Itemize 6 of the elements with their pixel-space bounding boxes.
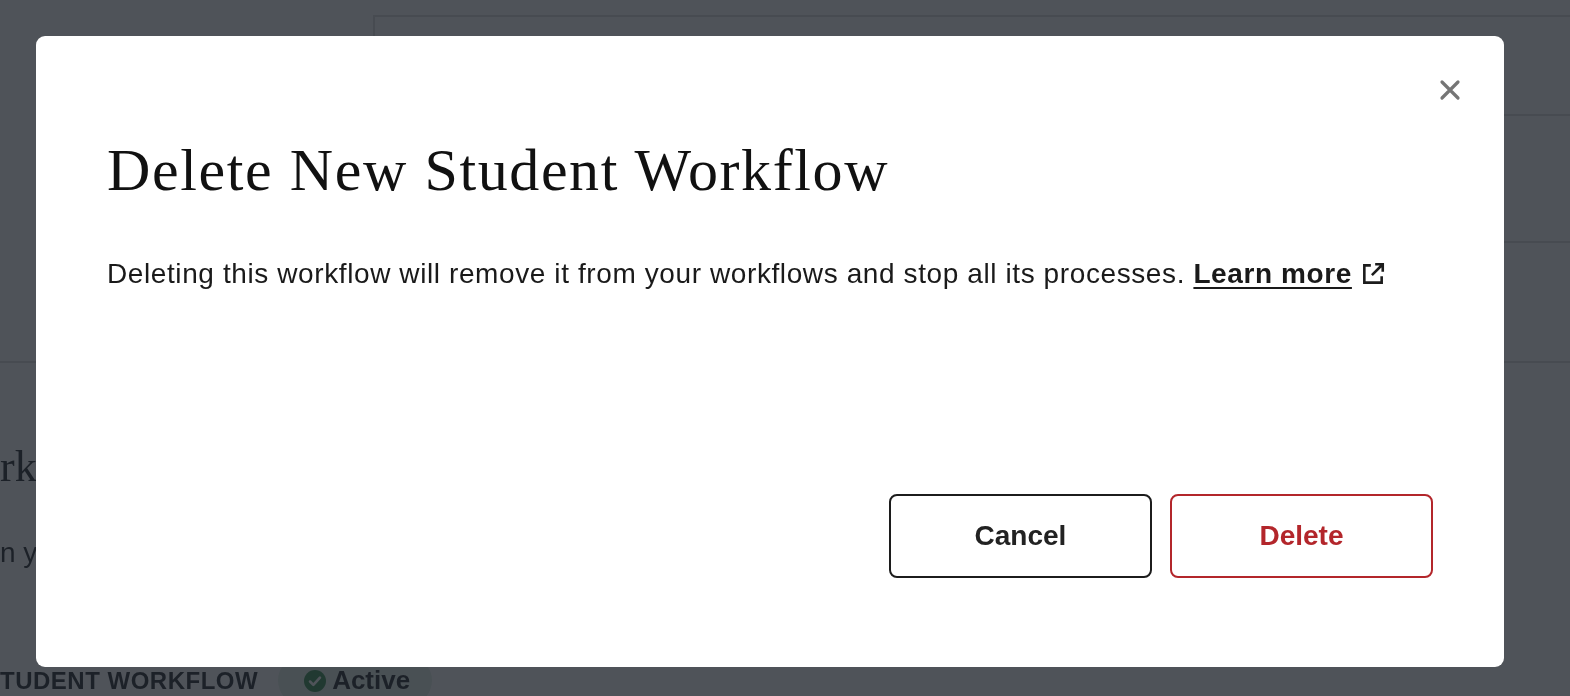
dialog-message: Deleting this workflow will remove it from your workflows and stop all its processes. Learn more (107, 250, 1407, 298)
close-icon (1438, 78, 1462, 102)
delete-button[interactable]: Delete (1170, 494, 1433, 578)
cancel-button[interactable]: Cancel (889, 494, 1152, 578)
learn-more-link[interactable]: Learn more (1193, 258, 1386, 289)
dialog-title: Delete New Student Workflow (107, 136, 891, 205)
